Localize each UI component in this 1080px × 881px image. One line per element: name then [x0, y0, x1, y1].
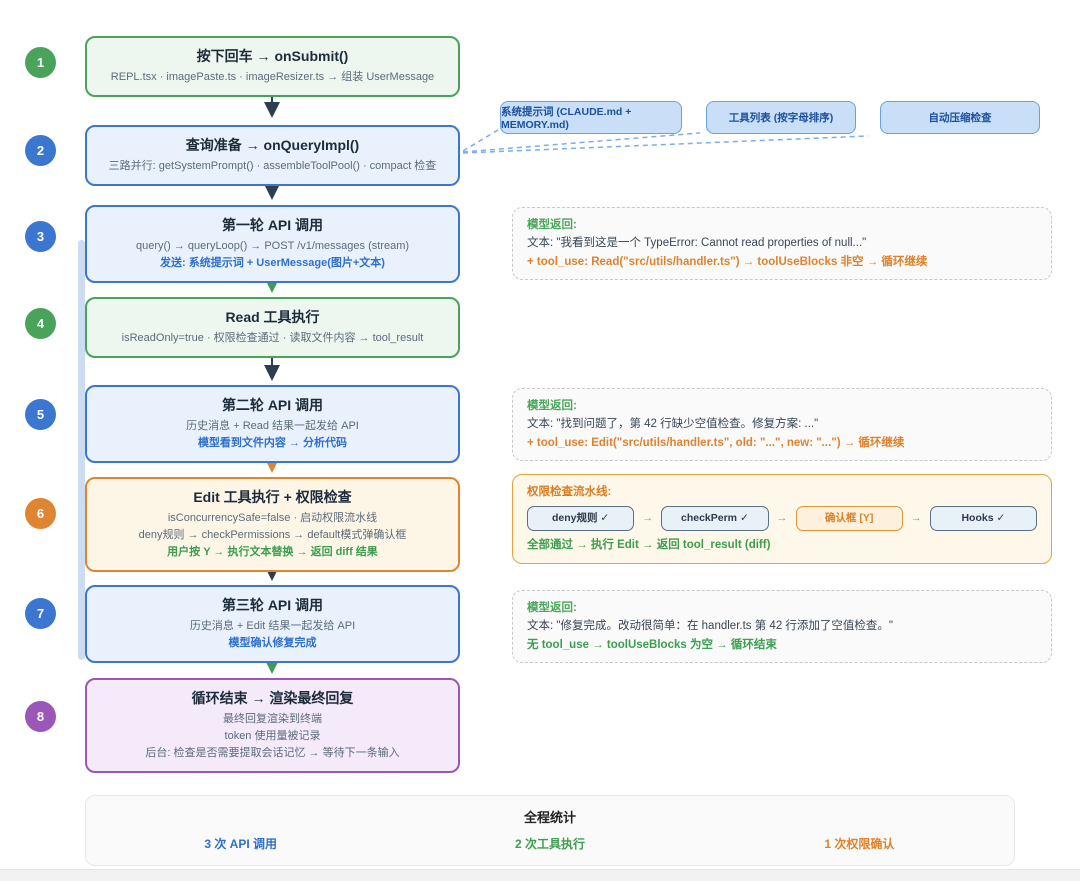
step-badge-5: 5 — [25, 399, 56, 430]
step-badge-8: 8 — [25, 701, 56, 732]
step-badge-3: 3 — [25, 221, 56, 252]
annotation-text: 文本: "修复完成。改动很简单：在 handler.ts 第 42 行添加了空值… — [527, 617, 1037, 635]
annotation-model-response-3: 模型返回: 文本: "修复完成。改动很简单：在 handler.ts 第 42 … — [512, 590, 1052, 663]
annotation-result: 全部通过 → 执行 Edit → 返回 tool_result (diff) — [527, 536, 1037, 554]
step-detail: 历史消息 + Read 结果一起发给 API — [97, 418, 448, 435]
pipeline-arrow: → — [911, 510, 922, 528]
pipeline-arrow: → — [777, 510, 788, 528]
step-badge-7: 7 — [25, 598, 56, 629]
step-title: Read 工具执行 — [97, 307, 448, 327]
permission-pipeline: deny规则 ✓ → checkPerm ✓ → 确认框 [Y] → Hooks… — [527, 506, 1037, 531]
annotation-label: 模型返回: — [527, 397, 1037, 415]
step-detail: 历史消息 + Edit 结果一起发给 API — [97, 618, 448, 635]
annotation-model-response-2: 模型返回: 文本: "找到问题了，第 42 行缺少空值检查。修复方案: ..."… — [512, 388, 1052, 461]
annotation-label: 模型返回: — [527, 599, 1037, 617]
step-title: 循环结束 → 渲染最终回复 — [97, 688, 448, 708]
annotation-label: 权限检查流水线: — [527, 483, 1037, 501]
step-title: 第三轮 API 调用 — [97, 595, 448, 615]
flow-diagram-canvas: 1 2 3 4 5 6 7 8 按下回车 → onSubmit() REPL.t… — [0, 0, 1080, 881]
stats-row: 3 次 API 调用 2 次工具执行 1 次权限确认 — [86, 835, 1014, 852]
step-detail: isConcurrencySafe=false · 启动权限流水线 — [97, 510, 448, 527]
step-title: 第一轮 API 调用 — [97, 215, 448, 235]
stat-tool-runs: 2 次工具执行 — [395, 835, 704, 852]
step-detail: token 使用量被记录 — [97, 728, 448, 745]
viewport-bottom-strip — [0, 869, 1080, 881]
stats-title: 全程统计 — [86, 807, 1014, 826]
parallel-task-auto-compact: 自动压缩检查 — [880, 101, 1040, 134]
annotation-result: + tool_use: Read("src/utils/handler.ts")… — [527, 253, 1037, 271]
step-badge-6: 6 — [25, 498, 56, 529]
pipeline-arrow: → — [642, 510, 653, 528]
annotation-text: 文本: "我看到这是一个 TypeError: Cannot read prop… — [527, 234, 1037, 252]
step-detail-highlight: 模型确认修复完成 — [97, 635, 448, 652]
pipeline-chip-hooks: Hooks ✓ — [930, 506, 1037, 531]
step-title: Edit 工具执行 + 权限检查 — [97, 487, 448, 507]
pipeline-chip-deny-rules: deny规则 ✓ — [527, 506, 634, 531]
step-detail-highlight: 发送: 系统提示词 + UserMessage(图片+文本) — [97, 255, 448, 272]
annotation-result: 无 tool_use → toolUseBlocks 为空 → 循环结束 — [527, 636, 1037, 654]
step-detail-highlight: 用户按 Y → 执行文本替换 → 返回 diff 结果 — [97, 544, 448, 561]
annotation-permission-pipeline: 权限检查流水线: deny规则 ✓ → checkPerm ✓ → 确认框 [Y… — [512, 474, 1052, 564]
annotation-model-response-1: 模型返回: 文本: "我看到这是一个 TypeError: Cannot rea… — [512, 207, 1052, 280]
step-box-loop-end: 循环结束 → 渲染最终回复 最终回复渲染到终端 token 使用量被记录 后台:… — [85, 678, 460, 773]
stat-permission-confirms: 1 次权限确认 — [705, 835, 1014, 852]
stat-api-calls: 3 次 API 调用 — [86, 835, 395, 852]
pipeline-chip-confirm-dialog: 确认框 [Y] — [796, 506, 903, 531]
step-box-read-tool: Read 工具执行 isReadOnly=true · 权限检查通过 · 读取文… — [85, 297, 460, 358]
step-box-query-prep: 查询准备 → onQueryImpl() 三路并行: getSystemProm… — [85, 125, 460, 186]
step-badge-1: 1 — [25, 47, 56, 78]
step-title: 第二轮 API 调用 — [97, 395, 448, 415]
step-detail: isReadOnly=true · 权限检查通过 · 读取文件内容 → tool… — [97, 330, 448, 347]
step-title: 按下回车 → onSubmit() — [97, 46, 448, 66]
pipeline-chip-check-perm: checkPerm ✓ — [661, 506, 768, 531]
step-badge-2: 2 — [25, 135, 56, 166]
step-detail: query() → queryLoop() → POST /v1/message… — [97, 238, 448, 255]
parallel-task-system-prompt: 系统提示词 (CLAUDE.md + MEMORY.md) — [500, 101, 682, 134]
step-box-api-call-1: 第一轮 API 调用 query() → queryLoop() → POST … — [85, 205, 460, 283]
step-box-api-call-3: 第三轮 API 调用 历史消息 + Edit 结果一起发给 API 模型确认修复… — [85, 585, 460, 663]
step-box-edit-tool: Edit 工具执行 + 权限检查 isConcurrencySafe=false… — [85, 477, 460, 572]
step-detail: 最终回复渲染到终端 — [97, 711, 448, 728]
step-detail-highlight: 模型看到文件内容 → 分析代码 — [97, 435, 448, 452]
step-box-api-call-2: 第二轮 API 调用 历史消息 + Read 结果一起发给 API 模型看到文件… — [85, 385, 460, 463]
step-detail: 后台: 检查是否需要提取会话记忆 → 等待下一条输入 — [97, 745, 448, 762]
parallel-task-tool-list: 工具列表 (按字母排序) — [706, 101, 856, 134]
step-detail: deny规则 → checkPermissions → default模式弹确认… — [97, 527, 448, 544]
step-box-submit: 按下回车 → onSubmit() REPL.tsx · imagePaste.… — [85, 36, 460, 97]
stats-panel: 全程统计 3 次 API 调用 2 次工具执行 1 次权限确认 — [85, 795, 1015, 866]
annotation-text: 文本: "找到问题了，第 42 行缺少空值检查。修复方案: ..." — [527, 415, 1037, 433]
step-badge-4: 4 — [25, 308, 56, 339]
step-detail: REPL.tsx · imagePaste.ts · imageResizer.… — [97, 69, 448, 86]
annotation-label: 模型返回: — [527, 216, 1037, 234]
step-detail: 三路并行: getSystemPrompt() · assembleToolPo… — [97, 158, 448, 175]
step-title: 查询准备 → onQueryImpl() — [97, 135, 448, 155]
annotation-result: + tool_use: Edit("src/utils/handler.ts",… — [527, 434, 1037, 452]
